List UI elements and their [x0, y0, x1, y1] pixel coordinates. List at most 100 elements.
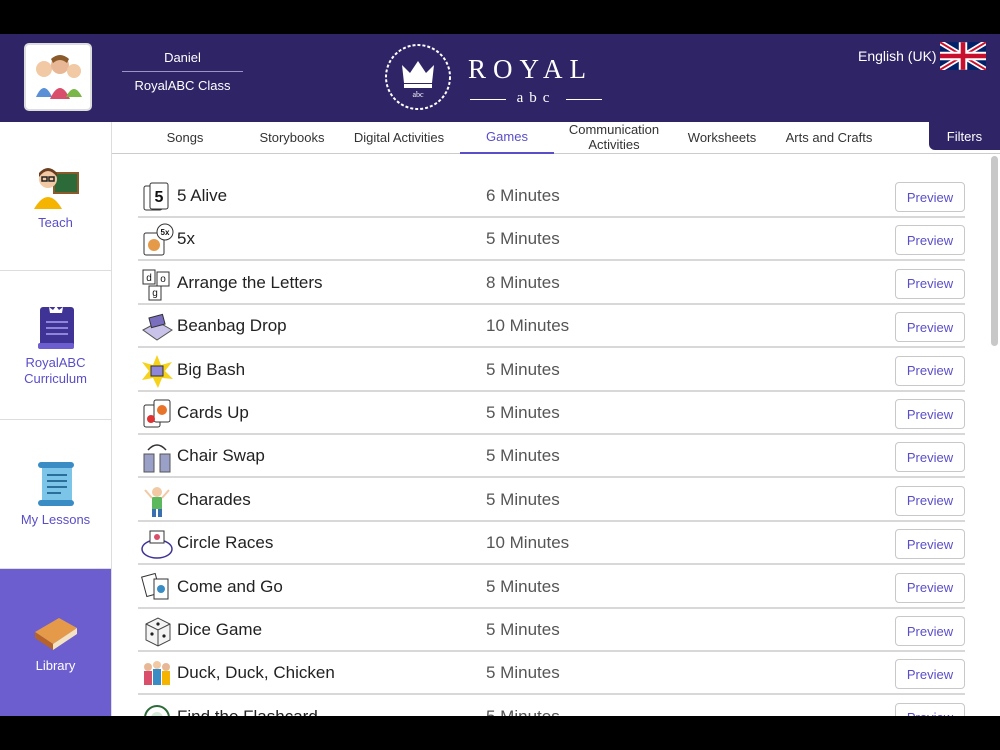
game-name: Find the Flashcard — [177, 707, 318, 716]
logo-word: ROYAL — [468, 54, 594, 84]
games-list: 5 5 Alive 6 Minutes Preview 5x 5x 5 Minutes Pre… — [112, 154, 1000, 716]
filters-button[interactable]: Filters — [929, 122, 1000, 150]
preview-button[interactable]: Preview — [895, 485, 965, 516]
game-duration: 10 Minutes — [486, 316, 570, 336]
preview-button[interactable]: Preview — [895, 268, 965, 299]
game-duration: 5 Minutes — [486, 576, 560, 596]
game-name: 5 Alive — [177, 186, 228, 205]
game-name: Big Bash — [177, 359, 246, 379]
preview-button[interactable]: Preview — [895, 616, 965, 646]
user-info[interactable]: Daniel RoyalABC Class — [122, 50, 243, 93]
sidebar: Teach RoyalABC Curriculum My Lessons Lib… — [0, 122, 112, 716]
teacher-icon — [33, 168, 79, 210]
language-selector[interactable]: English (UK) — [858, 48, 937, 64]
svg-text:g: g — [152, 288, 158, 299]
preview-button[interactable]: Preview — [895, 312, 965, 343]
crown-emblem-icon — [385, 44, 451, 110]
game-row[interactable]: Cards Up 5 Minutes Preview — [138, 392, 965, 435]
game-duration: 5 Minutes — [486, 229, 560, 249]
uk-flag-icon[interactable] — [940, 42, 986, 70]
sidebar-item-my-lessons[interactable]: My Lessons — [0, 420, 111, 569]
logo-badge-text: abc — [412, 90, 424, 99]
game-duration: 5 Minutes — [486, 359, 560, 379]
game-duration: 10 Minutes — [486, 533, 570, 553]
cards-five-icon: 5 — [143, 182, 169, 211]
game-row[interactable]: 5 5 Alive 6 Minutes Preview — [138, 175, 965, 218]
game-duration: 5 Minutes — [486, 663, 560, 683]
book-icon — [34, 617, 77, 650]
game-row[interactable]: Duck, Duck, Chicken 5 Minutes Preview — [138, 652, 965, 696]
tab-digital-activities[interactable]: Digital Activities — [346, 122, 452, 154]
game-duration: 5 Minutes — [486, 403, 560, 422]
preview-button[interactable]: Preview — [895, 399, 965, 429]
game-name: Charades — [177, 489, 251, 509]
beanbag-icon — [142, 313, 173, 341]
cards-up-icon — [143, 399, 171, 428]
royal-abc-logo: abc ROYAL abc — [382, 42, 612, 112]
svg-text:5x: 5x — [161, 228, 170, 237]
game-row[interactable]: Charades 5 Minutes Preview — [138, 479, 965, 522]
preview-button[interactable]: Preview — [895, 442, 965, 473]
game-name: 5x — [177, 229, 195, 249]
game-duration: 5 Minutes — [486, 620, 560, 639]
game-row[interactable]: Chair Swap 5 Minutes Preview — [138, 435, 965, 479]
logo-sub: abc — [470, 90, 602, 107]
game-duration: 5 Minutes — [486, 489, 560, 509]
game-row[interactable]: 5x 5x 5 Minutes Preview — [138, 218, 965, 262]
preview-button[interactable]: Preview — [895, 182, 965, 212]
svg-text:o: o — [160, 274, 166, 285]
game-row[interactable]: d o g Arrange the Letters 8 Minutes Preview — [138, 262, 965, 305]
game-row[interactable]: Come and Go 5 Minutes Preview — [138, 566, 965, 609]
game-name: Come and Go — [177, 576, 283, 596]
charades-icon — [144, 486, 170, 517]
sidebar-item-label: My Lessons — [20, 512, 91, 528]
scroll-icon — [37, 462, 74, 507]
sidebar-item-label: Library — [35, 657, 76, 673]
game-name: Circle Races — [177, 533, 274, 553]
game-row[interactable]: Big Bash 5 Minutes Preview — [138, 349, 965, 392]
preview-button[interactable]: Preview — [895, 355, 965, 386]
game-duration: 5 Minutes — [486, 707, 560, 716]
preview-button[interactable]: Preview — [895, 225, 965, 256]
bottom-bar — [0, 716, 1000, 750]
game-name: Arrange the Letters — [177, 272, 323, 292]
preview-button[interactable]: Preview — [895, 572, 965, 603]
tab-storybooks[interactable]: Storybooks — [252, 122, 332, 154]
game-row[interactable]: Circle Races 10 Minutes Preview — [138, 522, 965, 566]
sidebar-item-label: Teach — [38, 215, 73, 231]
game-duration: 5 Minutes — [486, 446, 560, 466]
svg-text:d: d — [146, 273, 152, 284]
game-name: Cards Up — [177, 403, 249, 422]
game-name: Dice Game — [177, 620, 263, 639]
game-row[interactable]: Dice Game 5 Minutes Preview — [138, 609, 965, 652]
preview-button[interactable]: Preview — [895, 659, 965, 690]
sidebar-item-curriculum[interactable]: RoyalABC Curriculum — [0, 271, 111, 420]
circle-race-icon — [141, 530, 173, 559]
preview-button[interactable]: Preview — [895, 529, 965, 560]
tab-communication-activities[interactable]: Communication Activities — [564, 122, 664, 154]
user-name: Daniel — [122, 50, 243, 72]
scrollbar[interactable] — [991, 156, 998, 346]
tab-arts-and-crafts[interactable]: Arts and Crafts — [776, 122, 882, 154]
svg-text:5: 5 — [155, 189, 164, 206]
game-name: Duck, Duck, Chicken — [177, 663, 335, 683]
burst-icon — [142, 354, 173, 388]
game-duration: 8 Minutes — [486, 272, 560, 292]
preview-button[interactable]: Preview — [895, 702, 965, 716]
app-header: Daniel RoyalABC Class abc ROYAL abc Engl… — [0, 34, 1000, 122]
flashcard-icon — [144, 704, 170, 716]
sidebar-item-library[interactable]: Library — [0, 569, 111, 716]
curriculum-book-icon — [37, 306, 74, 350]
sidebar-item-teach[interactable]: Teach — [0, 122, 111, 271]
five-times-icon: 5x — [143, 223, 174, 256]
tab-worksheets[interactable]: Worksheets — [678, 122, 766, 154]
tab-songs[interactable]: Songs — [150, 122, 220, 154]
game-row[interactable]: Find the Flashcard 5 Minutes Preview — [138, 696, 965, 716]
game-name: Beanbag Drop — [177, 316, 287, 336]
avatar[interactable] — [24, 43, 92, 111]
character-group-icon — [36, 55, 82, 99]
game-duration: 6 Minutes — [486, 186, 560, 205]
game-row[interactable]: Beanbag Drop 10 Minutes Preview — [138, 305, 965, 349]
game-name: Chair Swap — [177, 446, 265, 466]
tab-games[interactable]: Games — [460, 122, 554, 154]
